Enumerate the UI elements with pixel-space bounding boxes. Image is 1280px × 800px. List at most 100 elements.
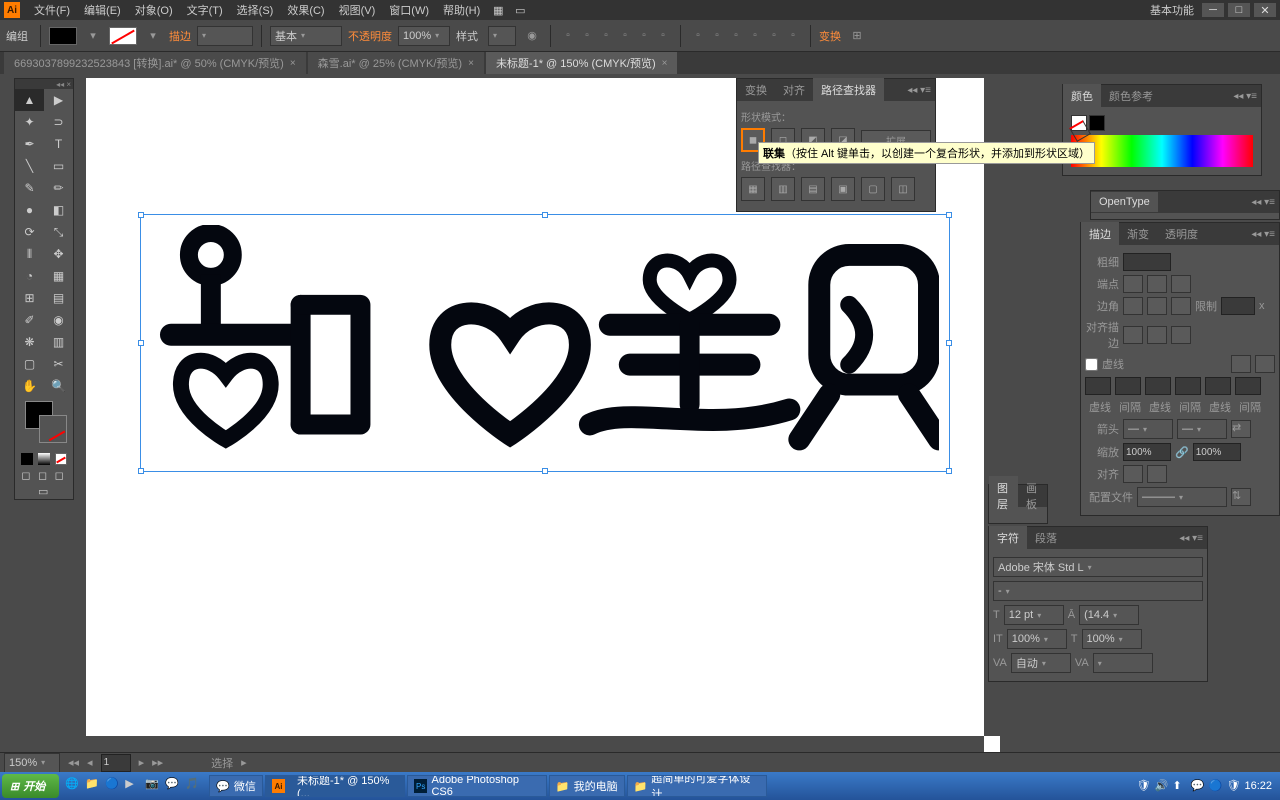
minus-back-button[interactable]: ◫ <box>891 177 915 201</box>
align-bottom-icon[interactable]: ▫ <box>654 27 672 45</box>
profile-dropdown[interactable]: ——— <box>1137 487 1227 507</box>
kerning-dropdown[interactable]: 自动 <box>1011 653 1071 673</box>
stroke-color[interactable] <box>39 415 67 443</box>
maximize-button[interactable]: □ <box>1228 3 1250 17</box>
fill-stroke-control[interactable] <box>19 401 69 447</box>
leading-dropdown[interactable]: (14.4 <box>1079 605 1139 625</box>
panel-menu-icon[interactable]: ◂◂ ▾≡ <box>1229 91 1261 102</box>
prev-artboard-icon[interactable]: ◂◂ <box>68 756 79 769</box>
align-top-icon[interactable]: ▫ <box>616 27 634 45</box>
stroke-swatch[interactable] <box>109 27 137 45</box>
tracking-dropdown[interactable] <box>1093 653 1153 673</box>
artboards-tab[interactable]: 画板 <box>1018 476 1047 516</box>
divide-button[interactable]: ▦ <box>741 177 765 201</box>
arrow-end-dropdown[interactable]: — <box>1177 419 1227 439</box>
mesh-tool[interactable]: ⊞ <box>15 287 44 309</box>
panel-menu-icon[interactable]: ◂◂ ▾≡ <box>1247 197 1279 208</box>
handle-tl[interactable] <box>138 212 144 218</box>
gradient-tool[interactable]: ▤ <box>44 287 73 309</box>
color-mode-icon[interactable] <box>21 453 33 465</box>
crop-button[interactable]: ▣ <box>831 177 855 201</box>
next-icon[interactable]: ▸ <box>139 756 145 769</box>
menu-object[interactable]: 对象(O) <box>129 0 179 20</box>
cap-butt-icon[interactable] <box>1123 275 1143 293</box>
scale-start-input[interactable] <box>1123 443 1171 461</box>
gap-1-input[interactable] <box>1115 377 1141 395</box>
ql-icon-5[interactable]: 📷 <box>145 777 163 795</box>
dash-align-1-icon[interactable] <box>1231 355 1251 373</box>
graph-tool[interactable]: ▥ <box>44 331 73 353</box>
draw-behind-icon[interactable]: ◻ <box>38 469 50 481</box>
ql-icon-1[interactable]: 🌐 <box>65 777 83 795</box>
dash-align-2-icon[interactable] <box>1255 355 1275 373</box>
trim-button[interactable]: ▥ <box>771 177 795 201</box>
gap-2-input[interactable] <box>1175 377 1201 395</box>
dashed-checkbox[interactable] <box>1085 358 1098 371</box>
symbol-sprayer-tool[interactable]: ❋ <box>15 331 44 353</box>
arrow-align-2-icon[interactable] <box>1147 465 1167 483</box>
dist-4-icon[interactable]: ▫ <box>746 27 764 45</box>
dash-3-input[interactable] <box>1205 377 1231 395</box>
pathfinder-tab[interactable]: 路径查找器 <box>813 78 884 102</box>
lasso-tool[interactable]: ⊃ <box>44 111 73 133</box>
next-artboard-icon[interactable]: ▸▸ <box>152 756 163 769</box>
magic-wand-tool[interactable]: ✦ <box>15 111 44 133</box>
menu-window[interactable]: 窗口(W) <box>383 0 435 20</box>
ql-icon-2[interactable]: 📁 <box>85 777 103 795</box>
vscale-dropdown[interactable]: 100% <box>1007 629 1067 649</box>
dash-1-input[interactable] <box>1085 377 1111 395</box>
close-tab-icon[interactable]: × <box>468 58 474 69</box>
close-tab-icon[interactable]: × <box>662 58 668 69</box>
task-folder[interactable]: 📁超简单的可爱字体设计 <box>627 775 767 797</box>
align-right-icon[interactable]: ▫ <box>597 27 615 45</box>
transform-tab[interactable]: 变换 <box>737 78 775 102</box>
align-inside-icon[interactable] <box>1147 326 1167 344</box>
line-tool[interactable]: ╲ <box>15 155 44 177</box>
prev-icon[interactable]: ◂ <box>87 756 93 769</box>
dash-2-input[interactable] <box>1145 377 1171 395</box>
hscale-dropdown[interactable]: 100% <box>1082 629 1142 649</box>
menu-file[interactable]: 文件(F) <box>28 0 76 20</box>
font-family-dropdown[interactable]: Adobe 宋体 Std L <box>993 557 1203 577</box>
handle-tm[interactable] <box>542 212 548 218</box>
handle-ml[interactable] <box>138 340 144 346</box>
align-vcenter-icon[interactable]: ▫ <box>635 27 653 45</box>
tray-icon-5[interactable]: 🔵 <box>1208 779 1222 793</box>
stroke-dropdown-icon[interactable]: ▾ <box>143 26 163 46</box>
task-wechat[interactable]: 💬微信 <box>209 775 263 797</box>
transform-icon[interactable]: ⊞ <box>847 26 867 46</box>
task-illustrator[interactable]: Ai未标题-1* @ 150% (... <box>265 775 405 797</box>
color-spectrum[interactable] <box>1071 135 1253 167</box>
none-mode-icon[interactable] <box>55 453 67 465</box>
transparency-tab[interactable]: 透明度 <box>1157 222 1206 246</box>
ql-icon-6[interactable]: 💬 <box>165 777 183 795</box>
status-dropdown-icon[interactable]: ▸ <box>241 756 247 769</box>
align-tab[interactable]: 对齐 <box>775 78 813 102</box>
transform-label[interactable]: 变换 <box>819 28 841 44</box>
handle-mr[interactable] <box>946 340 952 346</box>
cap-square-icon[interactable] <box>1171 275 1191 293</box>
selection-tool[interactable]: ▲ <box>15 89 44 111</box>
ql-icon-7[interactable]: 🎵 <box>185 777 203 795</box>
menu-help[interactable]: 帮助(H) <box>437 0 486 20</box>
merge-button[interactable]: ▤ <box>801 177 825 201</box>
tray-icon-2[interactable]: 🔊 <box>1154 779 1168 793</box>
task-mycomputer[interactable]: 📁我的电脑 <box>549 775 625 797</box>
menu-select[interactable]: 选择(S) <box>231 0 280 20</box>
opacity-dropdown[interactable]: 100% <box>398 26 450 46</box>
width-tool[interactable]: ⦀ <box>15 243 44 265</box>
align-left-icon[interactable]: ▫ <box>559 27 577 45</box>
shape-builder-tool[interactable]: ◔ <box>15 265 44 287</box>
pen-tool[interactable]: ✒ <box>15 133 44 155</box>
handle-bm[interactable] <box>542 468 548 474</box>
gradient-mode-icon[interactable] <box>38 453 50 465</box>
eraser-tool[interactable]: ◧ <box>44 199 73 221</box>
rotate-tool[interactable]: ⟳ <box>15 221 44 243</box>
start-button[interactable]: ⊞开始 <box>2 774 59 798</box>
stroke-weight-dropdown[interactable] <box>197 26 253 46</box>
arrow-align-1-icon[interactable] <box>1123 465 1143 483</box>
tray-icon-1[interactable]: 🛡 <box>1136 779 1150 793</box>
draw-normal-icon[interactable]: ◻ <box>21 469 33 481</box>
limit-input[interactable] <box>1221 297 1255 315</box>
fill-swatch[interactable] <box>49 27 77 45</box>
